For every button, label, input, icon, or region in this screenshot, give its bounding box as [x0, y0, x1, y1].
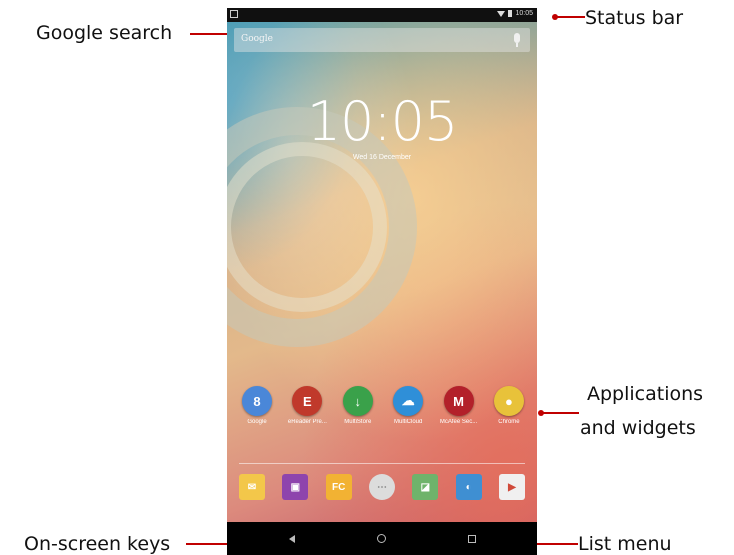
maps-icon[interactable]: ◪	[412, 474, 439, 500]
play-store-icon[interactable]: ▶	[498, 474, 525, 500]
app-label: MultiStore	[344, 419, 372, 425]
multicloud-icon[interactable]: ☁	[393, 386, 424, 416]
gallery-icon[interactable]: ▣	[282, 474, 309, 500]
search-placeholder: Google	[241, 34, 273, 44]
callout-line-applications	[541, 412, 579, 414]
back-icon[interactable]	[288, 534, 295, 543]
email-icon[interactable]: ✉	[239, 474, 265, 500]
callout-google-search: Google search	[36, 22, 173, 44]
tablet-screen: 10:05 Google 10:05 Wed 16 December 8 Goog…	[227, 8, 537, 555]
app-label: Chrome	[498, 419, 520, 425]
app-ereader[interactable]: EeReader Pre...	[285, 386, 329, 425]
callout-applications: Applications	[587, 383, 704, 405]
clock-widget[interactable]: 10:05	[227, 90, 537, 153]
navigation-bar	[227, 522, 537, 555]
callout-on-screen-keys: On-screen keys	[24, 533, 171, 555]
battery-icon	[508, 10, 513, 17]
date-label: Wed 16 December	[352, 154, 412, 161]
file-commander-icon[interactable]: FC	[325, 474, 352, 500]
status-time: 10:05	[515, 10, 533, 17]
status-indicators: 10:05	[497, 10, 533, 17]
app-drawer-icon[interactable]: ⋯	[368, 474, 395, 500]
browser-icon[interactable]: ◐	[455, 474, 482, 500]
app-google-folder[interactable]: 8 Google	[235, 386, 279, 425]
app-multicloud[interactable]: ☁ MultiCloud	[386, 386, 430, 425]
app-row: 8 Google EeReader Pre... ↓ MultiStore ☁ MultiC…	[235, 386, 531, 425]
google-folder-icon[interactable]: 8	[242, 386, 272, 416]
ereader-icon[interactable]: E	[292, 386, 323, 416]
app-label: McAfee Sec...	[439, 419, 478, 425]
notification-icon	[230, 10, 238, 18]
app-mcafee[interactable]: M McAfee Sec...	[437, 386, 481, 425]
callout-status-bar: Status bar	[585, 7, 684, 29]
app-label: MultiCloud	[393, 419, 423, 425]
callout-line-status-bar	[555, 16, 585, 18]
app-chrome[interactable]: ● Chrome	[487, 386, 531, 425]
app-multistore[interactable]: ↓ MultiStore	[336, 386, 380, 425]
callout-and-widgets: and widgets	[580, 417, 696, 439]
mic-icon[interactable]	[514, 33, 520, 47]
app-label: eReader Pre...	[287, 419, 327, 425]
callout-line-google-search	[190, 33, 230, 35]
google-search-bar[interactable]: Google	[234, 28, 530, 52]
callout-list-menu: List menu	[578, 533, 672, 555]
dock-divider	[239, 463, 525, 464]
chrome-icon[interactable]: ●	[493, 386, 524, 416]
wifi-icon	[497, 10, 506, 17]
mcafee-icon[interactable]: M	[443, 386, 474, 416]
recent-apps-icon[interactable]	[467, 534, 476, 543]
home-icon[interactable]	[376, 534, 386, 543]
dock: ✉ ▣ FC ⋯ ◪ ◐ ▶	[239, 474, 525, 500]
multistore-icon[interactable]: ↓	[342, 386, 373, 416]
status-bar: 10:05	[227, 8, 537, 22]
app-label: Google	[247, 419, 267, 425]
